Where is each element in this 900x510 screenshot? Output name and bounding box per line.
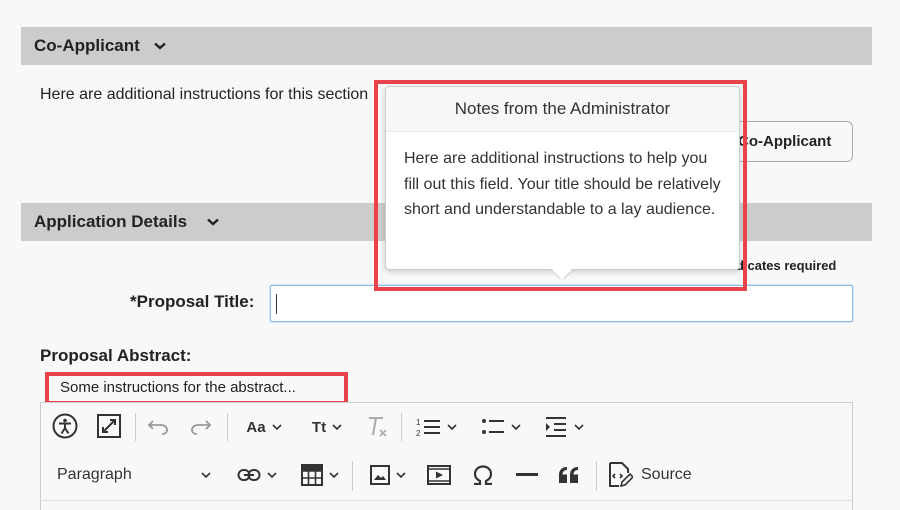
coapplicant-section-header[interactable]: Co-Applicant	[21, 27, 872, 65]
indent-dropdown[interactable]	[539, 415, 589, 439]
chevron-down-icon	[574, 424, 584, 430]
table-icon	[301, 464, 323, 486]
table-dropdown[interactable]	[295, 462, 345, 488]
indent-icon	[546, 417, 566, 437]
undo-icon[interactable]	[144, 415, 172, 439]
chevron-down-icon	[201, 472, 211, 478]
details-section-title: Application Details	[34, 212, 188, 231]
svg-text:1: 1	[416, 418, 421, 427]
proposal-title-label: *Proposal Title:	[130, 292, 255, 311]
numbered-list-dropdown[interactable]: 12	[410, 415, 462, 439]
font-size-dropdown[interactable]: Tt	[304, 415, 350, 439]
expand-icon[interactable]	[95, 413, 123, 439]
accessibility-icon[interactable]	[51, 412, 79, 440]
chevron-down-icon	[329, 472, 339, 478]
chevron-down-icon	[153, 42, 166, 50]
coapplicant-section-title: Co-Applicant	[34, 36, 140, 55]
text-caret	[276, 294, 277, 314]
link-dropdown[interactable]	[231, 463, 283, 487]
link-icon	[237, 469, 261, 481]
chevron-down-icon	[396, 472, 406, 478]
media-icon[interactable]	[425, 463, 453, 487]
bullet-list-icon	[482, 419, 504, 434]
omega-icon[interactable]	[469, 463, 497, 487]
image-dropdown[interactable]	[363, 463, 413, 487]
rich-text-editor: Aa Tt 12 Paragraph Source	[40, 402, 853, 510]
toolbar-separator	[401, 413, 402, 441]
chevron-down-icon	[207, 218, 219, 226]
proposal-abstract-label: Proposal Abstract:	[40, 346, 192, 365]
horizontal-line-icon[interactable]	[513, 463, 541, 487]
font-size-icon: Tt	[311, 418, 327, 436]
svg-text:2: 2	[416, 429, 421, 438]
font-family-icon: Aa	[246, 418, 266, 436]
toolbar-separator	[596, 461, 597, 491]
toolbar-separator	[352, 461, 353, 491]
toolbar-separator	[135, 413, 136, 441]
source-label: Source	[641, 466, 692, 483]
source-button[interactable]: Source	[607, 462, 703, 488]
toolbar-separator	[227, 413, 228, 441]
chevron-down-icon	[332, 424, 342, 430]
paragraph-format-label: Paragraph	[57, 466, 132, 483]
image-icon	[370, 465, 390, 485]
abstract-instructions: Some instructions for the abstract...	[60, 379, 296, 396]
chevron-down-icon	[267, 472, 277, 478]
blockquote-icon[interactable]	[555, 463, 583, 487]
clear-format-icon[interactable]	[363, 414, 391, 440]
font-family-dropdown[interactable]: Aa	[240, 415, 288, 439]
redo-icon[interactable]	[187, 415, 215, 439]
coapplicant-instructions: Here are additional instructions for thi…	[40, 86, 369, 103]
chevron-down-icon	[511, 424, 521, 430]
numbered-list-icon: 12	[416, 418, 440, 438]
chevron-down-icon	[272, 424, 282, 430]
chevron-down-icon	[447, 424, 457, 430]
paragraph-format-select[interactable]: Paragraph	[51, 463, 217, 487]
tooltip-highlight	[374, 80, 747, 291]
bullet-list-dropdown[interactable]	[475, 415, 527, 439]
source-icon	[609, 462, 633, 488]
editor-toolbar-divider	[40, 500, 853, 501]
